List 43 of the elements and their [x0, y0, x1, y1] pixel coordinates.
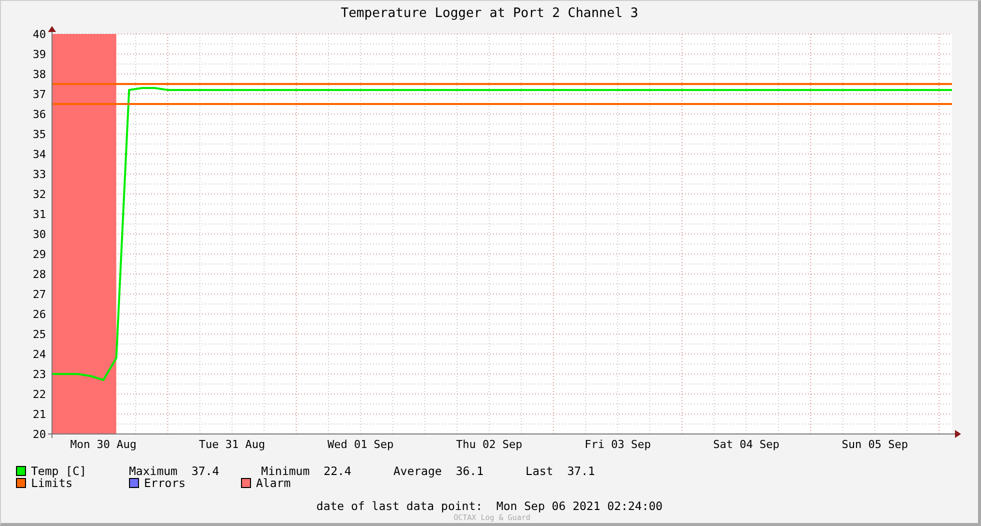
- axis-label: Fri 03 Sep: [584, 438, 651, 451]
- axis-label: 25: [32, 328, 46, 341]
- axis-label: 34: [32, 148, 46, 161]
- axis-label: 37: [32, 88, 46, 101]
- stat-value: 37.4: [191, 465, 220, 477]
- axis-label: 28: [32, 268, 46, 281]
- axis-label: 23: [32, 368, 46, 381]
- axis-label: 31: [32, 208, 46, 221]
- axis-label: Tue 31 Aug: [198, 438, 266, 451]
- stat-value: 36.1: [456, 465, 484, 477]
- axis-label: 32: [32, 188, 46, 201]
- axis-label: 40: [32, 28, 46, 41]
- stat-label: Maximum: [129, 465, 178, 477]
- axis-label: 21: [32, 408, 46, 421]
- last-data-value: Mon Sep 06 2021 02:24:00: [496, 499, 663, 513]
- legend-label: Errors: [144, 477, 186, 489]
- legend-label: Temp [C]: [31, 465, 86, 477]
- stat-label: Minimum: [261, 465, 310, 477]
- axis-label: Mon 30 Aug: [70, 438, 137, 451]
- legend-label: Alarm: [256, 477, 291, 489]
- axis-label: 27: [32, 288, 46, 301]
- stat-value: 37.1: [567, 465, 595, 477]
- axis-label: 36: [32, 108, 46, 121]
- axis-label: 39: [32, 48, 46, 61]
- axis-label: 24: [32, 348, 46, 361]
- axis-label: Sat 04 Sep: [713, 438, 780, 451]
- axis-label: 35: [32, 128, 46, 141]
- stat-label: Average: [393, 465, 442, 477]
- chart-title: Temperature Logger at Port 2 Channel 3: [340, 6, 638, 21]
- legend-label: Limits: [31, 477, 73, 489]
- axis-label: Wed 01 Sep: [327, 438, 394, 451]
- axis-label: Sun 05 Sep: [842, 438, 908, 451]
- axis-label: 22: [32, 388, 46, 401]
- axis-label: 29: [32, 248, 46, 261]
- axis-label: 30: [32, 228, 46, 241]
- axis-label: 26: [32, 308, 46, 321]
- last-data-label: date of last data point:: [316, 499, 483, 513]
- axis-label: 33: [32, 168, 46, 181]
- axis-label: Thu 02 Sep: [456, 438, 522, 451]
- axis-label: 20: [32, 428, 46, 441]
- stat-label: Last: [526, 465, 554, 477]
- stat-value: 22.4: [324, 465, 352, 477]
- axis-label: 38: [32, 68, 46, 81]
